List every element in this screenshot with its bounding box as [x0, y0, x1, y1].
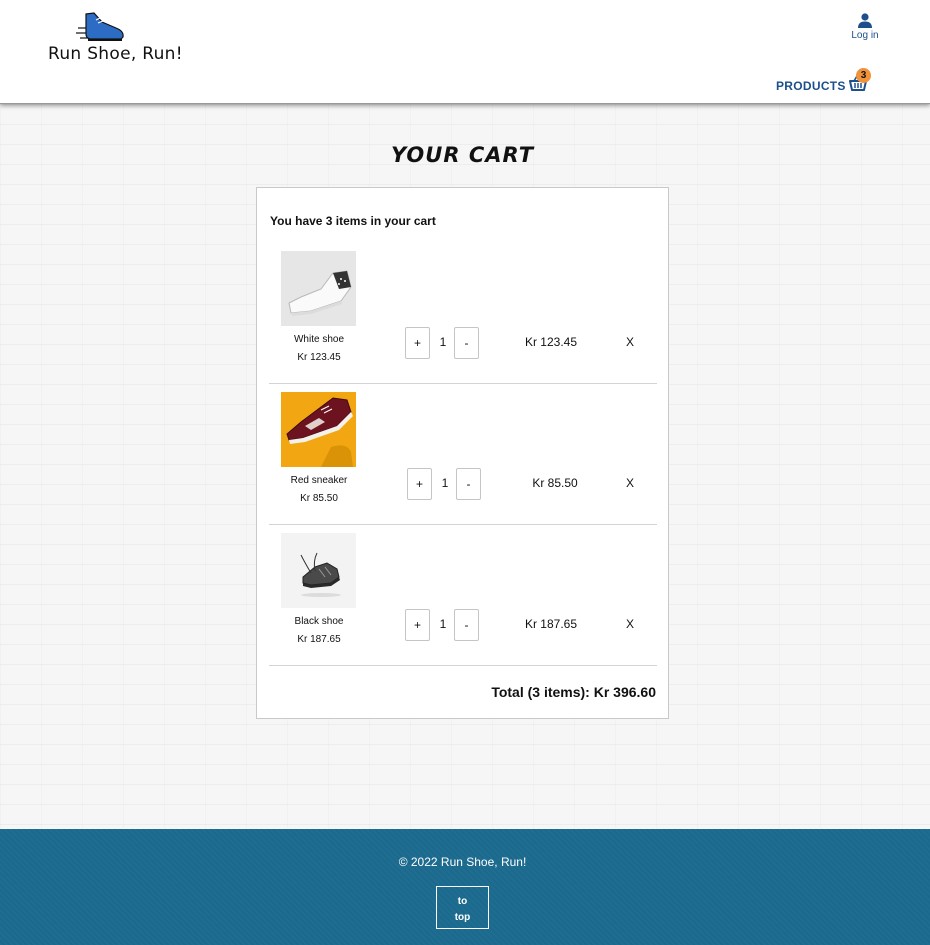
- user-icon: [858, 13, 872, 28]
- site-header: Run Shoe, Run! Log in PRODUCTS 3: [0, 0, 930, 104]
- cart-panel: You have 3 items in your cart White shoe…: [256, 187, 669, 719]
- quantity-value: 1: [439, 617, 447, 631]
- login-button[interactable]: Log in: [846, 12, 884, 41]
- remove-item-button[interactable]: X: [623, 476, 637, 490]
- decrease-quantity-button[interactable]: -: [454, 327, 479, 359]
- cart-item-row: Red sneaker Kr 85.50 + 1 - Kr 85.50 X: [269, 384, 657, 525]
- increase-quantity-button[interactable]: +: [405, 327, 430, 359]
- item-name: White shoe: [293, 334, 345, 345]
- back-to-top-button[interactable]: to top: [436, 886, 489, 929]
- item-unit-price: Kr 123.45: [297, 352, 341, 363]
- item-name: Red sneaker: [290, 475, 348, 486]
- remove-item-button[interactable]: X: [623, 335, 637, 349]
- running-shoe-icon: [76, 12, 124, 41]
- item-line-total: Kr 85.50: [532, 476, 578, 490]
- logo-text: Run Shoe, Run!: [48, 44, 183, 64]
- red-sneaker-image[interactable]: [281, 392, 356, 467]
- decrease-quantity-button[interactable]: -: [456, 468, 481, 500]
- cart-total: Total (3 items): Kr 396.60: [491, 684, 656, 700]
- to-top-label-line2: top: [454, 912, 471, 923]
- to-top-label-line1: to: [457, 896, 468, 907]
- nav-products-link[interactable]: PRODUCTS: [776, 79, 846, 93]
- increase-quantity-button[interactable]: +: [407, 468, 432, 500]
- page-title: Your cart: [390, 143, 535, 167]
- site-logo[interactable]: Run Shoe, Run!: [46, 10, 183, 70]
- cart-item-row: White shoe Kr 123.45 + 1 - Kr 123.45 X: [269, 243, 657, 384]
- login-label: Log in: [851, 30, 879, 41]
- cart-count-badge: 3: [856, 68, 871, 83]
- cart-summary: You have 3 items in your cart: [270, 214, 436, 228]
- item-name: Black shoe: [294, 616, 344, 627]
- increase-quantity-button[interactable]: +: [405, 609, 430, 641]
- quantity-value: 1: [439, 335, 447, 349]
- copyright-text: © 2022 Run Shoe, Run!: [398, 855, 527, 869]
- item-line-total: Kr 187.65: [524, 617, 578, 631]
- remove-item-button[interactable]: X: [623, 617, 637, 631]
- black-shoe-image[interactable]: [281, 533, 356, 608]
- cart-item-row: Black shoe Kr 187.65 + 1 - Kr 187.65 X: [269, 525, 657, 666]
- white-shoe-image[interactable]: [281, 251, 356, 326]
- item-line-total: Kr 123.45: [524, 335, 578, 349]
- site-footer: © 2022 Run Shoe, Run! to top: [0, 829, 930, 945]
- quantity-value: 1: [441, 476, 449, 490]
- decrease-quantity-button[interactable]: -: [454, 609, 479, 641]
- item-unit-price: Kr 187.65: [297, 634, 341, 645]
- item-unit-price: Kr 85.50: [300, 493, 338, 504]
